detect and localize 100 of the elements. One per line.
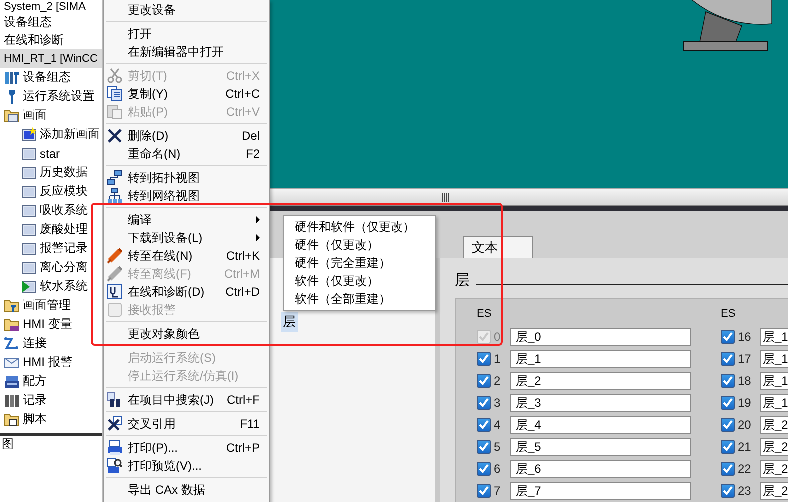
checkbox[interactable] — [721, 418, 735, 432]
menu-item[interactable]: 打印(P)... Ctrl+P — [104, 439, 269, 457]
checkbox[interactable] — [721, 352, 735, 366]
binder-icon — [4, 392, 20, 408]
layer-number: 21 — [738, 440, 752, 454]
tree-item[interactable]: 运行系统设置 — [0, 87, 102, 106]
list-item[interactable]: 层 — [281, 312, 298, 332]
checkbox[interactable] — [477, 462, 491, 476]
shortcut-text: F11 — [240, 417, 260, 431]
screen-icon — [21, 164, 37, 180]
text-field[interactable]: 层_3 — [510, 394, 691, 412]
text-field[interactable]: 层_5 — [510, 438, 691, 456]
checkbox[interactable] — [477, 440, 491, 454]
screen-icon — [21, 222, 37, 238]
layer-number: 5 — [494, 440, 502, 454]
tree-item[interactable]: System_2 [SIMA — [0, 0, 102, 13]
menu-item[interactable]: 在新编辑器中打开 — [104, 43, 269, 61]
menu-item[interactable]: 复制(Y) Ctrl+C — [104, 85, 269, 103]
menu-item[interactable]: 在线和诊断(D) Ctrl+D — [104, 283, 269, 301]
tree-item[interactable]: 画面管理 — [0, 296, 102, 315]
tree-item[interactable]: 设备组态 — [0, 13, 102, 31]
menu-item[interactable]: 交叉引用 F11 — [104, 415, 269, 433]
tree-item[interactable]: HMI 变量 — [0, 315, 102, 334]
menu-item[interactable]: 转至在线(N) Ctrl+K — [104, 247, 269, 265]
submenu-arrow-icon — [256, 216, 260, 224]
tree-item[interactable]: 历史数据 — [0, 163, 102, 182]
cross-reference-icon — [107, 416, 123, 432]
menu-item[interactable]: 硬件（仅更改） — [284, 236, 435, 254]
layer-number: 6 — [494, 462, 502, 476]
checkbox[interactable] — [477, 418, 491, 432]
menu-item[interactable]: 下载到设备(L) — [104, 229, 269, 247]
text-field[interactable]: 层_2 — [760, 438, 788, 456]
menu-item[interactable]: 导出 CAx 数据 — [104, 481, 269, 499]
tree-item[interactable]: 配方 — [0, 372, 102, 391]
menu-item[interactable]: 转到网络视图 — [104, 187, 269, 205]
text-field[interactable]: 层_2 — [760, 416, 788, 434]
tree-item[interactable]: 报警记录 — [0, 239, 102, 258]
screen-icon — [21, 240, 37, 256]
tree-item[interactable]: 离心分离 — [0, 258, 102, 277]
tree-item[interactable]: 吸收系统 — [0, 201, 102, 220]
printer-icon — [107, 440, 123, 456]
folder-icon — [4, 298, 20, 314]
text-field[interactable]: 层_7 — [510, 482, 691, 500]
menu-item[interactable]: 打开 — [104, 25, 269, 43]
menu-item[interactable]: 软件（仅更改） — [284, 272, 435, 290]
tree-item[interactable]: 反应模块 — [0, 182, 102, 201]
text-field[interactable]: 层_2 — [760, 482, 788, 500]
menu-item[interactable]: 在项目中搜索(J) Ctrl+F — [104, 391, 269, 409]
text-field[interactable]: 层_1 — [760, 350, 788, 368]
checkbox[interactable] — [721, 484, 735, 498]
text-field[interactable]: 层_4 — [510, 416, 691, 434]
checkbox[interactable] — [477, 374, 491, 388]
menu-item[interactable]: 更改设备 — [104, 1, 269, 19]
checkbox[interactable] — [721, 440, 735, 454]
tree-item[interactable]: HMI 报警 — [0, 353, 102, 372]
clipboard-icon — [107, 104, 123, 120]
tree-item[interactable]: 添加新画面 — [0, 125, 102, 144]
checkbox[interactable] — [721, 396, 735, 410]
tree-item[interactable]: 画面 — [0, 106, 102, 125]
menu-item[interactable]: 转到拓扑视图 — [104, 169, 269, 187]
section-title: 层 — [455, 270, 470, 290]
tree-item[interactable]: 废酸处理 — [0, 220, 102, 239]
tree-item[interactable]: HMI_RT_1 [WinCC — [0, 49, 102, 68]
shortcut-text: Ctrl+K — [226, 249, 260, 263]
menu-item[interactable]: 打印预览(V)... — [104, 457, 269, 475]
layer-number: 17 — [738, 352, 752, 366]
tree-item[interactable]: 脚本 — [0, 410, 102, 429]
text-field[interactable]: 层_1 — [510, 350, 691, 368]
text-field[interactable]: 层_6 — [510, 460, 691, 478]
tree-item[interactable]: 记录 — [0, 391, 102, 410]
text-field[interactable]: 层_2 — [760, 460, 788, 478]
tab[interactable]: 文本 — [463, 236, 533, 258]
checkbox[interactable] — [721, 330, 735, 344]
menu-item[interactable]: 软件（全部重建） — [284, 290, 435, 308]
tree-item[interactable]: 设备组态 — [0, 68, 102, 87]
shortcut-text: Ctrl+M — [224, 267, 260, 281]
menu-item[interactable]: 更改对象颜色 — [104, 325, 269, 343]
text-field[interactable]: 层_1 — [760, 372, 788, 390]
tree-item[interactable]: 连接 — [0, 334, 102, 353]
folder-icon — [4, 412, 20, 428]
menu-item[interactable]: 编译 — [104, 211, 269, 229]
checkbox[interactable] — [477, 396, 491, 410]
text-field[interactable]: 层_2 — [510, 372, 691, 390]
checkbox[interactable] — [477, 484, 491, 498]
menu-item[interactable]: 删除(D) Del — [104, 127, 269, 145]
folder-icon — [4, 316, 20, 332]
text-field[interactable]: 层_1 — [760, 394, 788, 412]
text-field[interactable]: 层_1 — [760, 328, 788, 346]
layer-number: 3 — [494, 396, 502, 410]
menu-item[interactable]: 重命名(N) F2 — [104, 145, 269, 163]
menu-item[interactable]: 硬件（完全重建） — [284, 254, 435, 272]
tree-item[interactable]: 软水系统 — [0, 277, 102, 296]
checkbox[interactable] — [477, 352, 491, 366]
topology-icon — [107, 170, 123, 186]
tree-item[interactable]: 在线和诊断 — [0, 31, 102, 49]
checkbox[interactable] — [721, 462, 735, 476]
menu-item[interactable]: 硬件和软件（仅更改） — [284, 218, 435, 236]
tree-item[interactable]: star — [0, 144, 102, 163]
checkbox[interactable] — [721, 374, 735, 388]
checkbox-icon — [107, 302, 123, 318]
